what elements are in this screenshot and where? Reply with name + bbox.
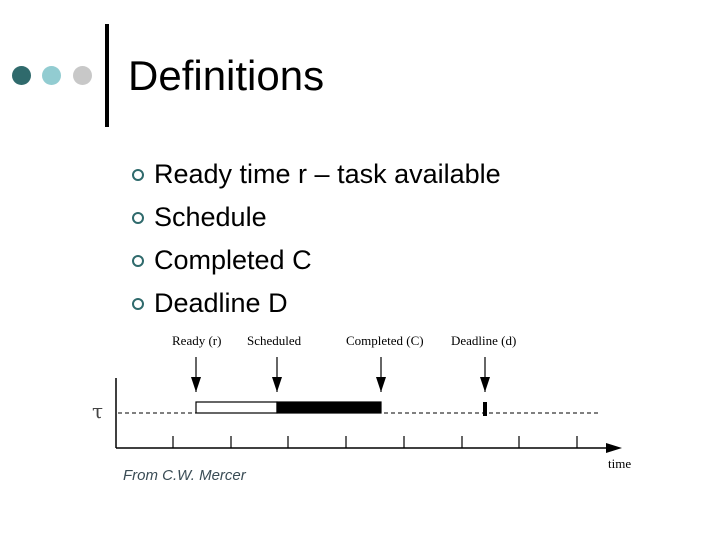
x-axis-ticks bbox=[172, 436, 578, 448]
event-label-completed: Completed (C) bbox=[346, 333, 424, 348]
x-axis-arrow-icon bbox=[606, 443, 622, 453]
timeline-diagram: Ready (r) Scheduled Completed (C) Deadli… bbox=[92, 333, 631, 471]
arrowhead-deadline-icon bbox=[480, 377, 490, 392]
x-axis-label-time: time bbox=[608, 456, 631, 471]
segment-waiting bbox=[195, 401, 278, 414]
y-axis-label-tau: τ bbox=[92, 399, 103, 423]
arrowhead-ready-icon bbox=[191, 377, 201, 392]
arrowhead-scheduled-icon bbox=[272, 377, 282, 392]
segment-executing bbox=[276, 401, 382, 414]
event-arrows bbox=[191, 357, 490, 392]
event-label-deadline: Deadline (d) bbox=[451, 333, 516, 348]
source-credit: From C.W. Mercer bbox=[123, 467, 246, 484]
event-label-ready: Ready (r) bbox=[172, 333, 221, 348]
deadline-marker bbox=[483, 402, 487, 416]
event-label-scheduled: Scheduled bbox=[247, 333, 302, 348]
arrowhead-completed-icon bbox=[376, 377, 386, 392]
